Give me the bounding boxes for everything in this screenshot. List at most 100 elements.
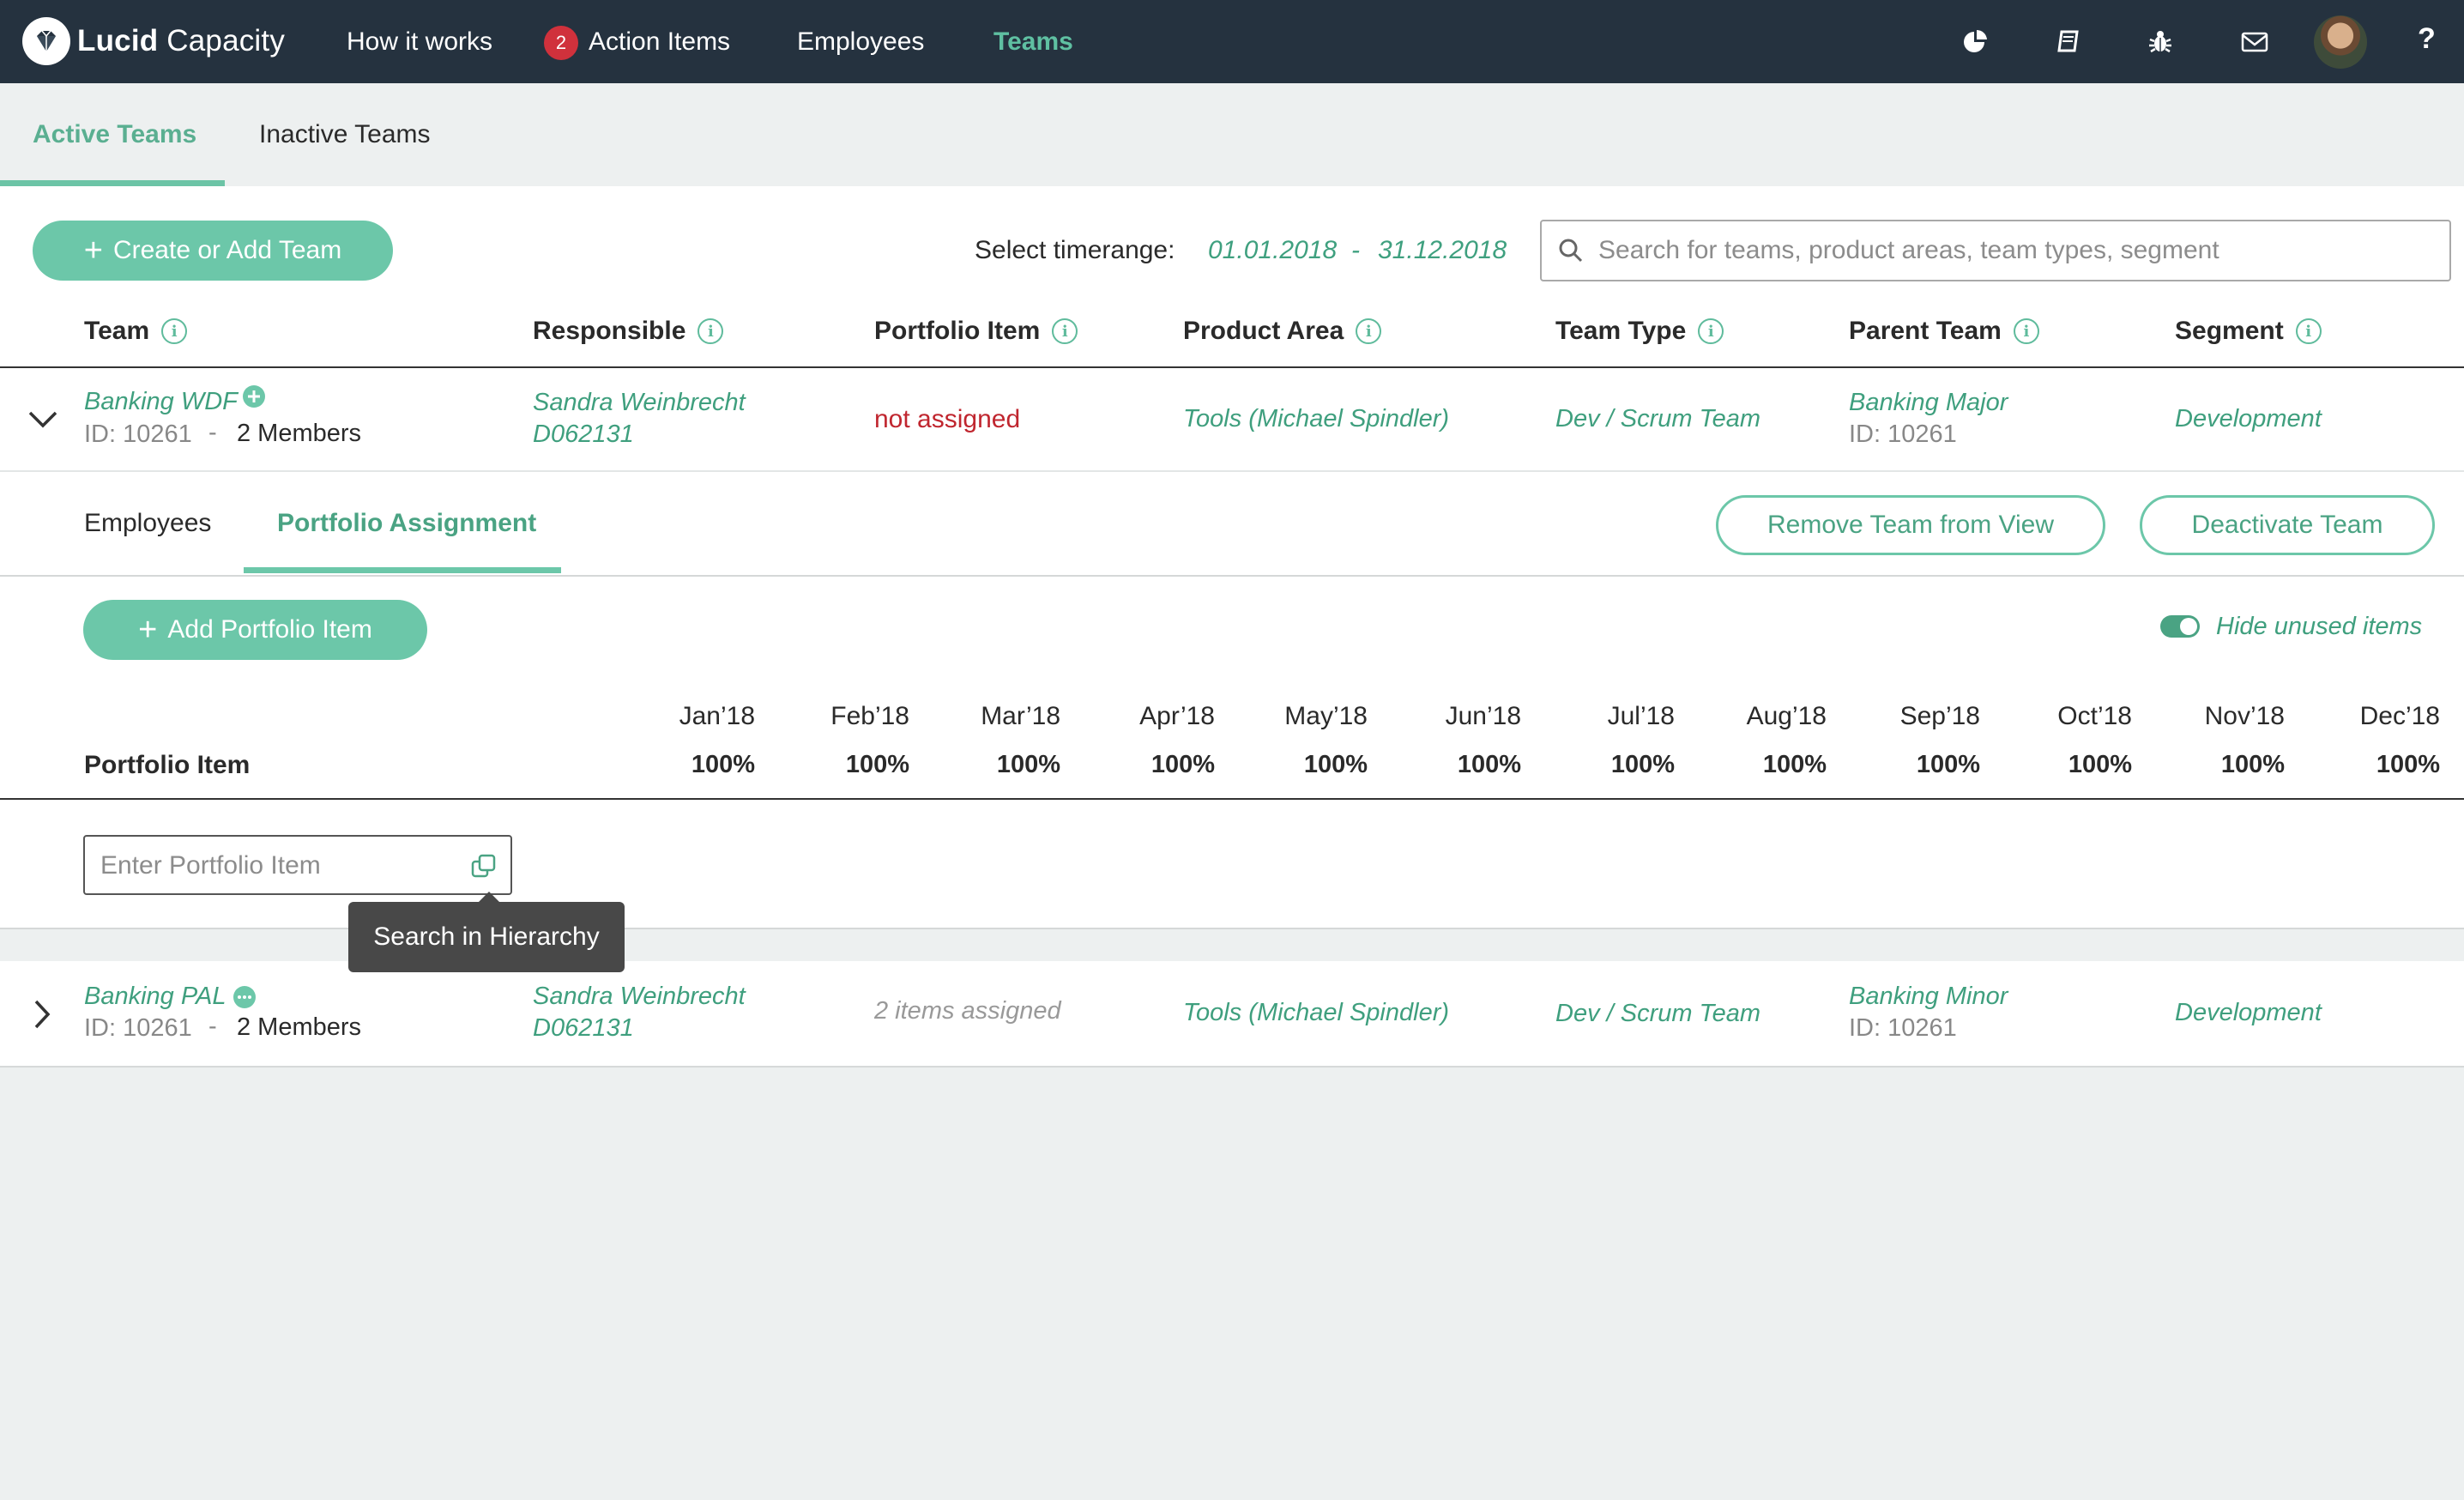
info-icon[interactable]: i — [2295, 318, 2322, 344]
product-area[interactable]: Tools (Michael Spindler) — [1183, 403, 1449, 434]
action-items-badge: 2 — [544, 26, 578, 60]
tab-employees[interactable]: Employees — [84, 509, 211, 538]
info-icon[interactable]: i — [1052, 318, 1078, 344]
col-parent-team[interactable]: Parent Team i — [1849, 317, 2039, 346]
diamond-icon — [37, 30, 56, 51]
month-capacity: 100% — [1457, 751, 1521, 778]
nav-how-it-works[interactable]: How it works — [347, 27, 492, 57]
month-label: Feb’18 — [830, 702, 909, 730]
nav-employees[interactable]: Employees — [797, 27, 924, 57]
team-type[interactable]: Dev / Scrum Team — [1555, 998, 1760, 1029]
team-type[interactable]: Dev / Scrum Team — [1555, 403, 1760, 434]
month-label: Nov’18 — [2204, 702, 2285, 730]
month-capacity: 100% — [2376, 751, 2440, 778]
month-capacity: 100% — [996, 751, 1060, 778]
month-label: Apr’18 — [1139, 702, 1215, 730]
plus-icon: + — [83, 233, 103, 269]
month-capacity: 100% — [691, 751, 755, 778]
chevron-right-icon[interactable] — [33, 999, 51, 1030]
create-team-button[interactable]: + Create or Add Team — [33, 221, 393, 281]
info-icon[interactable]: i — [161, 318, 188, 344]
comment-icon[interactable] — [232, 985, 257, 1011]
parent-team-id: ID: 10261 — [1849, 1014, 1957, 1042]
month-label: Jan’18 — [679, 702, 755, 730]
hierarchy-search-icon[interactable] — [469, 852, 498, 881]
date-from[interactable]: 01.01.2018 — [1208, 236, 1337, 265]
add-circle-icon[interactable] — [242, 384, 266, 408]
month-label: May’18 — [1284, 702, 1368, 730]
responsible-id: D062131 — [533, 420, 634, 448]
chevron-down-icon[interactable] — [27, 409, 58, 430]
team-members[interactable]: 2 Members — [237, 1013, 361, 1042]
active-tab-indicator — [0, 180, 225, 186]
detail-tab-indicator — [244, 567, 561, 573]
tab-portfolio-assignment[interactable]: Portfolio Assignment — [277, 509, 536, 538]
month-label: Sep’18 — [1899, 702, 1980, 730]
team-name[interactable]: Banking PAL — [84, 981, 226, 1012]
detail-divider — [0, 575, 2464, 577]
info-icon[interactable]: i — [1356, 318, 1382, 344]
tab-inactive-teams[interactable]: Inactive Teams — [259, 120, 431, 149]
parent-team-name[interactable]: Banking Major — [1849, 387, 2008, 418]
nav-teams[interactable]: Teams — [993, 27, 1073, 57]
hierarchy-tooltip: Search in Hierarchy — [348, 902, 625, 972]
portfolio-item-header: Portfolio Item — [84, 751, 251, 779]
info-icon[interactable]: i — [2013, 318, 2039, 344]
tab-active-teams[interactable]: Active Teams — [33, 120, 196, 149]
month-label: Aug’18 — [1746, 702, 1827, 730]
segment[interactable]: Development — [2175, 997, 2322, 1028]
pie-chart-icon[interactable] — [1960, 26, 1992, 58]
mail-icon[interactable] — [2238, 26, 2271, 58]
responsible-name[interactable]: Sandra Weinbrecht — [533, 387, 746, 418]
col-portfolio-item[interactable]: Portfolio Item i — [874, 317, 1078, 346]
book-icon[interactable] — [2052, 26, 2085, 58]
help-icon[interactable]: ? — [2418, 22, 2436, 56]
col-product-area[interactable]: Product Area i — [1183, 317, 1382, 346]
responsible-name[interactable]: Sandra Weinbrecht — [533, 981, 746, 1012]
parent-team-id: ID: 10261 — [1849, 420, 1957, 448]
teams-panel — [0, 186, 2464, 929]
plus-icon: + — [138, 612, 158, 648]
avatar[interactable] — [2314, 15, 2367, 69]
date-to[interactable]: 31.12.2018 — [1378, 236, 1507, 265]
month-capacity: 100% — [1303, 751, 1368, 778]
id-separator: - — [208, 1013, 217, 1040]
nav-action-items[interactable]: Action Items — [589, 27, 730, 57]
product-area[interactable]: Tools (Michael Spindler) — [1183, 997, 1449, 1028]
col-segment[interactable]: Segment i — [2175, 317, 2322, 346]
search-input[interactable] — [1598, 228, 2439, 273]
team-members[interactable]: 2 Members — [237, 420, 361, 448]
remove-team-button[interactable]: Remove Team from View — [1716, 495, 2105, 555]
date-separator: - — [1351, 236, 1360, 264]
col-responsible[interactable]: Responsible i — [533, 317, 724, 346]
month-label: Jun’18 — [1445, 702, 1521, 730]
hide-unused-toggle[interactable] — [2160, 615, 2200, 638]
month-label: Oct’18 — [2057, 702, 2132, 730]
responsible-id: D062131 — [533, 1014, 634, 1042]
top-nav: Lucid Capacity How it works 2 Action Ite… — [0, 0, 2464, 83]
parent-team-name[interactable]: Banking Minor — [1849, 981, 2008, 1012]
portfolio-item-input[interactable] — [100, 844, 461, 888]
col-team[interactable]: Team i — [84, 317, 188, 346]
portfolio-status[interactable]: 2 items assigned — [874, 997, 1061, 1025]
add-portfolio-item-button[interactable]: + Add Portfolio Item — [83, 600, 427, 660]
portfolio-item-field — [83, 835, 512, 895]
info-icon[interactable]: i — [698, 318, 724, 344]
month-capacity: 100% — [1150, 751, 1215, 778]
deactivate-team-button[interactable]: Deactivate Team — [2140, 495, 2435, 555]
team-status-tabs: Active Teams Inactive Teams — [0, 83, 2464, 186]
bug-icon[interactable] — [2144, 26, 2177, 58]
portfolio-status[interactable]: not assigned — [874, 405, 1020, 434]
month-label: Dec’18 — [2359, 702, 2440, 730]
logo[interactable] — [22, 17, 70, 65]
brand-name[interactable]: Lucid Capacity — [77, 24, 285, 58]
hide-unused-label[interactable]: Hide unused items — [2216, 611, 2422, 642]
month-capacity: 100% — [2068, 751, 2132, 778]
col-team-type[interactable]: Team Type i — [1555, 317, 1724, 346]
team-name[interactable]: Banking WDF — [84, 386, 238, 417]
month-capacity: 100% — [1916, 751, 1980, 778]
month-capacity: 100% — [845, 751, 909, 778]
info-icon[interactable]: i — [1698, 318, 1724, 344]
month-label: Mar’18 — [981, 702, 1060, 730]
segment[interactable]: Development — [2175, 403, 2322, 434]
